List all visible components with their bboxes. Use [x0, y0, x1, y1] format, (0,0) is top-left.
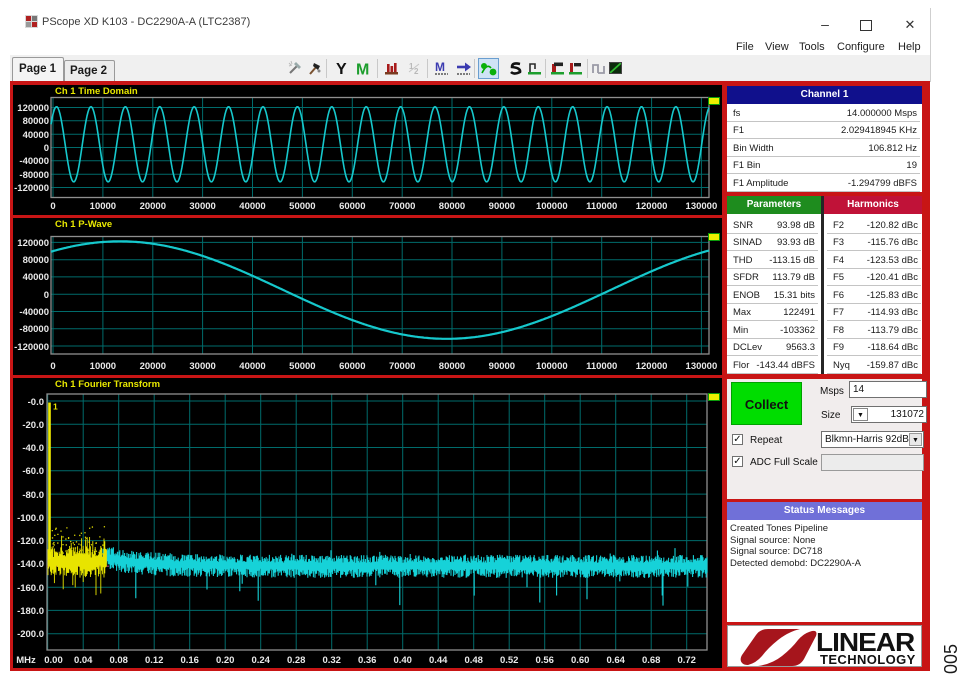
svg-text:Y: Y — [336, 61, 347, 77]
svg-text:1: 1 — [53, 402, 58, 412]
svg-text:M: M — [435, 60, 445, 74]
svg-text:M: M — [356, 62, 369, 78]
svg-text:2: 2 — [414, 67, 419, 76]
